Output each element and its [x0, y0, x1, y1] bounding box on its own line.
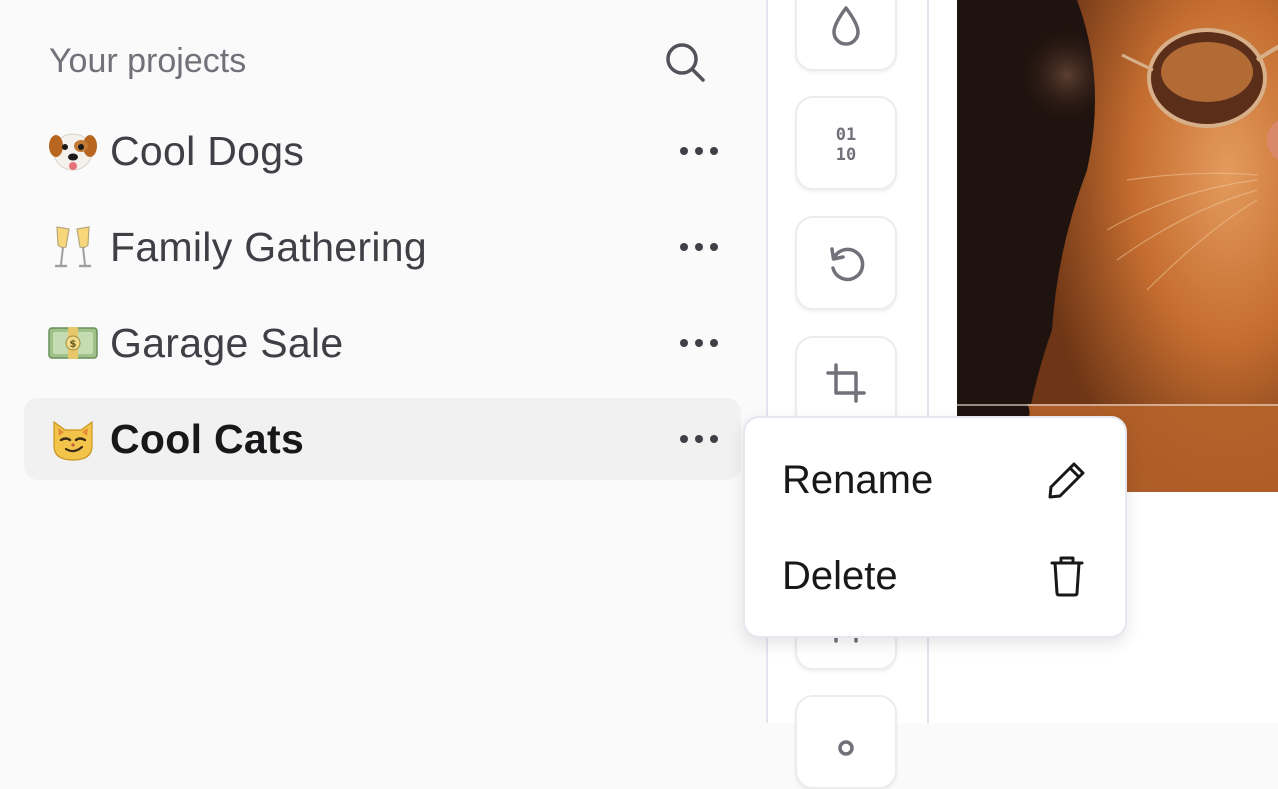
project-context-menu: Rename Delete [743, 416, 1127, 638]
project-item-garage-sale[interactable]: $ Garage Sale [24, 302, 741, 384]
more-horizontal-icon [680, 435, 718, 443]
rotate-icon [830, 247, 865, 282]
champagne-glasses-icon [48, 222, 98, 272]
project-name: Cool Dogs [110, 127, 305, 174]
search-icon [666, 43, 705, 82]
project-item-cool-cats[interactable]: Cool Cats [24, 398, 741, 480]
sidebar-header: Your projects [49, 38, 709, 86]
project-name: Family Gathering [110, 223, 427, 270]
crop-icon [826, 363, 866, 403]
more-options-button[interactable] [677, 136, 721, 166]
trash-icon [1045, 554, 1089, 598]
rotate-tool-button[interactable] [795, 216, 897, 310]
binary-text-bottom: 10 [836, 145, 856, 165]
project-item-cool-dogs[interactable]: Cool Dogs [24, 110, 741, 192]
binary-text-top: 01 [836, 125, 856, 145]
pin-icon [838, 740, 854, 756]
more-horizontal-icon [680, 147, 718, 155]
more-horizontal-icon [680, 243, 718, 251]
pin-tool-button[interactable] [795, 695, 897, 789]
project-name: Cool Cats [110, 415, 305, 462]
more-options-button[interactable] [677, 232, 721, 262]
binary-icon: 01 10 [836, 125, 856, 165]
rename-label: Rename [782, 457, 934, 502]
project-item-family-gathering[interactable]: Family Gathering [24, 206, 741, 288]
more-options-button[interactable] [677, 424, 721, 454]
delete-menu-item[interactable]: Delete [745, 528, 1125, 624]
pencil-icon [1045, 458, 1089, 502]
binary-tool-button[interactable]: 01 10 [795, 96, 897, 190]
drop-icon [832, 6, 860, 46]
smirking-cat-face-icon [48, 414, 98, 464]
blur-tool-button[interactable] [795, 0, 897, 71]
projects-sidebar: Your projects Cool Dogs Family Gathering… [0, 0, 766, 723]
more-horizontal-icon [680, 339, 718, 347]
project-name: Garage Sale [110, 319, 344, 366]
dollar-banknote-icon: $ [48, 318, 98, 368]
more-options-button[interactable] [677, 328, 721, 358]
sidebar-title: Your projects [49, 42, 247, 80]
delete-label: Delete [782, 553, 898, 598]
search-button[interactable] [661, 38, 709, 86]
dog-face-icon [48, 126, 98, 176]
svg-text:$: $ [70, 339, 77, 350]
rename-menu-item[interactable]: Rename [745, 432, 1125, 528]
